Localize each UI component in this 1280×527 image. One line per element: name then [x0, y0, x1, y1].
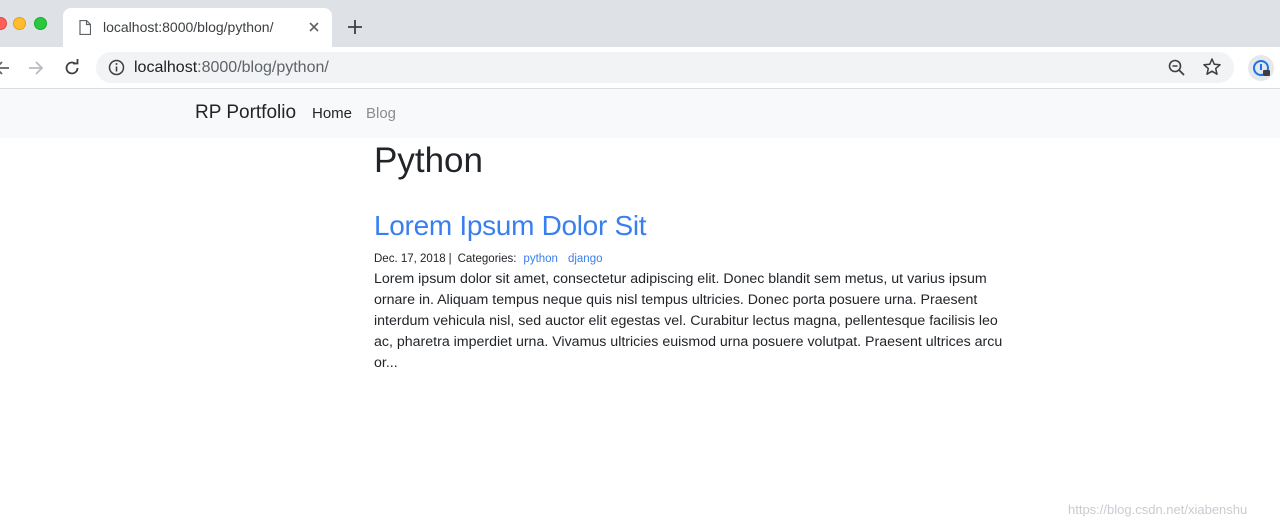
site-navbar: RP Portfolio Home Blog — [0, 89, 1280, 138]
address-bar[interactable]: localhost:8000/blog/python/ — [96, 52, 1234, 83]
page-title: Python — [374, 141, 483, 180]
url-text[interactable]: localhost:8000/blog/python/ — [134, 59, 329, 77]
reload-icon[interactable] — [62, 58, 82, 78]
nav-link-home[interactable]: Home — [312, 105, 352, 122]
watermark: https://blog.csdn.net/xiabenshu — [1068, 502, 1248, 517]
url-path: :8000/blog/python/ — [197, 59, 329, 76]
page-icon — [79, 20, 91, 35]
forward-arrow-icon[interactable] — [26, 58, 46, 78]
maximize-window-button[interactable] — [34, 17, 47, 30]
minimize-window-button[interactable] — [13, 17, 26, 30]
post-excerpt: Lorem ipsum dolor sit amet, consectetur … — [374, 271, 1003, 371]
tab-title: localhost:8000/blog/python/ — [103, 19, 274, 35]
url-host: localhost — [134, 59, 198, 76]
plus-icon[interactable] — [346, 18, 364, 36]
close-window-button[interactable] — [0, 17, 7, 30]
nav-link-blog[interactable]: Blog — [366, 105, 396, 122]
browser-toolbar: localhost:8000/blog/python/ — [0, 47, 1280, 89]
star-icon[interactable] — [1202, 57, 1222, 77]
category-link-django[interactable]: django — [568, 253, 603, 265]
password-extension-icon — [1253, 60, 1270, 76]
tab-strip: localhost:8000/blog/python/ — [0, 0, 1280, 47]
back-arrow-icon[interactable] — [0, 58, 12, 78]
extension-icon[interactable] — [1248, 55, 1274, 81]
browser-tab[interactable]: localhost:8000/blog/python/ — [63, 8, 332, 47]
post-title-link[interactable]: Lorem Ipsum Dolor Sit — [374, 210, 647, 242]
zoom-out-icon[interactable] — [1167, 58, 1186, 77]
navbar-brand[interactable]: RP Portfolio — [195, 102, 296, 124]
category-link-python[interactable]: python — [523, 253, 558, 265]
categories-label: Categories: — [457, 253, 517, 265]
info-icon[interactable] — [108, 59, 125, 76]
post-date: Dec. 17, 2018 — [374, 253, 446, 265]
post-meta: Dec. 17, 2018 | Categories: python django — [374, 253, 613, 265]
meta-separator: | — [448, 253, 452, 265]
close-icon[interactable] — [306, 19, 322, 35]
